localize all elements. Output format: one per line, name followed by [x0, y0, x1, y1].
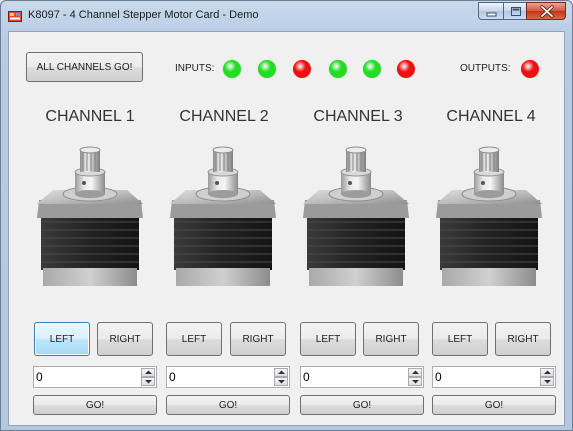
input-indicator-5 [363, 60, 381, 78]
channel-1-title: CHANNEL 1 [45, 108, 135, 125]
channel-1-left-button[interactable]: LEFT [34, 322, 90, 356]
window-title: K8097 - 4 Channel Stepper Motor Card - D… [28, 9, 259, 21]
arrow-down-icon [278, 380, 285, 384]
channel-4-go-button[interactable]: GO! [432, 395, 556, 415]
title-bar[interactable]: K8097 - 4 Channel Stepper Motor Card - D… [1, 1, 572, 31]
channel-1-steps-input[interactable] [36, 369, 136, 385]
arrow-down-icon [412, 380, 419, 384]
stepper-motor-image [436, 146, 542, 286]
arrow-up-icon [412, 370, 419, 374]
arrow-down-icon [544, 380, 551, 384]
channel-2-title: CHANNEL 2 [179, 108, 269, 125]
channel-2-steps-stepper[interactable] [166, 366, 290, 388]
outputs-label: OUTPUTS: [460, 63, 511, 74]
input-indicator-2 [258, 60, 276, 78]
channel-3-steps-stepper[interactable] [300, 366, 424, 388]
spin-down-button[interactable] [540, 377, 554, 386]
channel-4-right-button[interactable]: RIGHT [495, 322, 551, 356]
spin-up-button[interactable] [141, 368, 155, 377]
channel-3-left-button[interactable]: LEFT [300, 322, 356, 356]
input-indicator-6 [397, 60, 415, 78]
output-indicator [521, 60, 539, 78]
stepper-motor-image [303, 146, 409, 286]
channel-3-steps-input[interactable] [303, 369, 403, 385]
maximize-button[interactable] [503, 2, 527, 20]
spin-up-button[interactable] [274, 368, 288, 377]
channel-1-go-button[interactable]: GO! [33, 395, 157, 415]
spin-down-button[interactable] [274, 377, 288, 386]
app-window: K8097 - 4 Channel Stepper Motor Card - D… [0, 0, 573, 431]
arrow-down-icon [145, 380, 152, 384]
channel-4-steps-stepper[interactable] [432, 366, 556, 388]
channel-4-title: CHANNEL 4 [446, 108, 536, 125]
arrow-up-icon [278, 370, 285, 374]
close-button[interactable] [526, 2, 566, 20]
arrow-up-icon [145, 370, 152, 374]
stepper-motor-image [37, 146, 143, 286]
spin-up-button[interactable] [408, 368, 422, 377]
minimize-icon [486, 12, 497, 17]
channel-3-title: CHANNEL 3 [313, 108, 403, 125]
arrow-up-icon [544, 370, 551, 374]
channel-1-steps-stepper[interactable] [33, 366, 157, 388]
channel-1-right-button[interactable]: RIGHT [97, 322, 153, 356]
channel-4-left-button[interactable]: LEFT [432, 322, 488, 356]
maximize-icon [511, 7, 521, 16]
channel-3-right-button[interactable]: RIGHT [363, 322, 419, 356]
channel-3-go-button[interactable]: GO! [300, 395, 424, 415]
client-area: ALL CHANNELS GO! INPUTS: OUTPUTS: CHANNE… [8, 31, 565, 426]
spin-down-button[interactable] [408, 377, 422, 386]
channel-2-go-button[interactable]: GO! [166, 395, 290, 415]
spin-down-button[interactable] [141, 377, 155, 386]
spin-up-button[interactable] [540, 368, 554, 377]
input-indicator-1 [223, 60, 241, 78]
minimize-button[interactable] [478, 2, 504, 20]
caption-buttons [478, 2, 566, 21]
channel-2-steps-input[interactable] [169, 369, 269, 385]
channel-4-steps-input[interactable] [435, 369, 535, 385]
channel-2-left-button[interactable]: LEFT [166, 322, 222, 356]
input-indicator-4 [329, 60, 347, 78]
app-board-icon [8, 11, 22, 22]
close-icon [540, 5, 554, 18]
input-indicator-3 [293, 60, 311, 78]
stepper-motor-image [170, 146, 276, 286]
inputs-label: INPUTS: [175, 63, 215, 74]
all-channels-go-button[interactable]: ALL CHANNELS GO! [26, 52, 143, 82]
channel-2-right-button[interactable]: RIGHT [230, 322, 286, 356]
